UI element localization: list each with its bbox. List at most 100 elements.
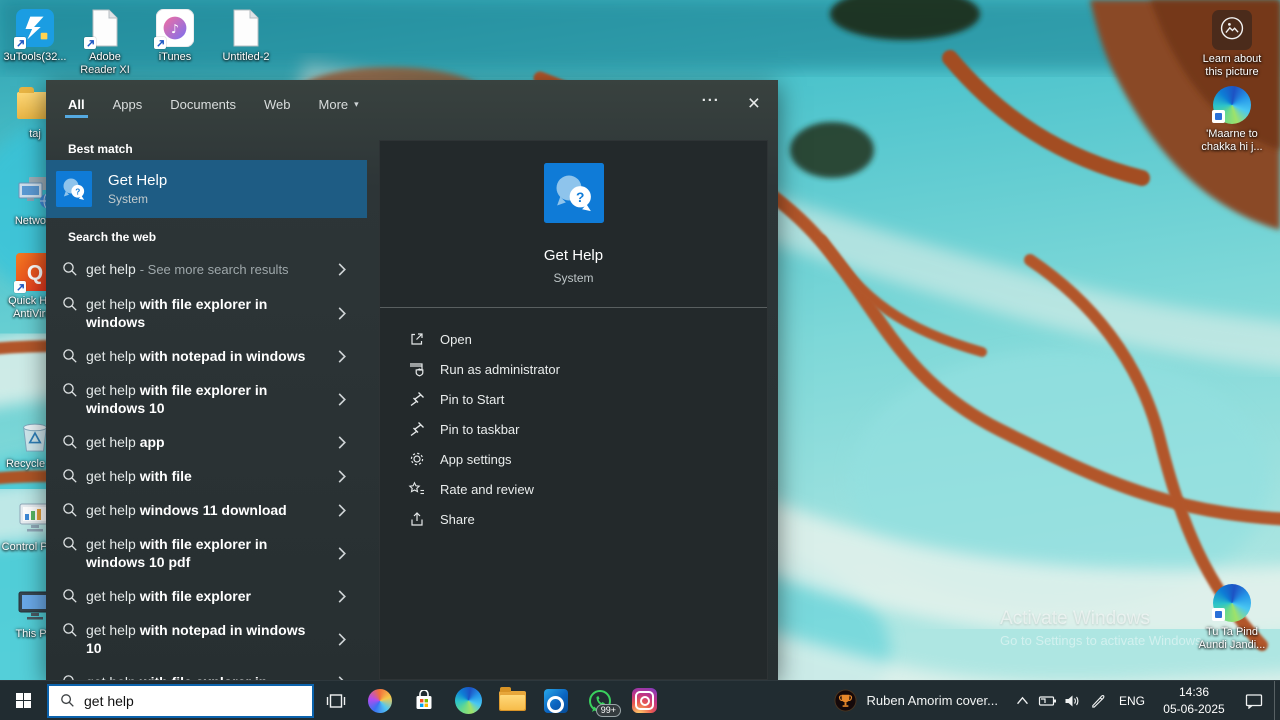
search-filter-tab[interactable]: All ▾ (65, 80, 88, 126)
web-suggestion-row[interactable]: get help app (46, 425, 367, 459)
action-rate-and-review[interactable]: Rate and review (380, 474, 767, 504)
web-suggestion-row[interactable]: get help with file explorer (46, 579, 367, 613)
action-run-as-administrator[interactable]: Run as administrator (380, 354, 767, 384)
action-pin-to-start[interactable]: Pin to Start (380, 384, 767, 414)
close-icon[interactable]: × (748, 93, 760, 114)
chevron-down-icon: ▾ (354, 98, 359, 109)
task-view-button[interactable] (314, 681, 358, 720)
itunes-icon: ♪ (154, 8, 195, 49)
best-match-app-name: Get Help (108, 172, 168, 189)
desktop-icon-label: Tu Ta Pind Aundi Jandi... (1198, 626, 1266, 652)
suggestion-typed-text: get help (86, 261, 136, 277)
web-suggestion-row[interactable]: get help with file explorer in (46, 665, 367, 680)
action-open[interactable]: Open (380, 324, 767, 354)
search-filter-tab[interactable]: More ▾ (319, 80, 359, 126)
svg-text:?: ? (576, 190, 584, 205)
search-input[interactable] (84, 692, 284, 709)
outlook-button[interactable] (534, 681, 578, 720)
svg-text:♪: ♪ (171, 22, 179, 36)
search-icon (63, 383, 77, 397)
web-suggestion-row[interactable]: get help with file explorer in windows 1… (46, 373, 367, 425)
document-icon (226, 8, 266, 48)
desktop-icon-label: taj (29, 128, 41, 140)
thumbnail-overlay-icon (1212, 608, 1225, 621)
search-icon (63, 469, 77, 483)
edge-shortcut-icon (1212, 85, 1252, 125)
chevron-right-icon (338, 349, 346, 363)
search-icon (63, 623, 77, 637)
media-playback-chip[interactable]: Ruben Amorim cover... (822, 689, 1010, 712)
microsoft-store-button[interactable] (402, 681, 446, 720)
action-app-settings[interactable]: App settings (380, 444, 767, 474)
search-web-header: Search the web (68, 230, 157, 244)
battery-icon (1038, 695, 1057, 706)
media-title: Ruben Amorim cover... (866, 693, 998, 708)
picture-info-icon (1212, 10, 1252, 50)
desktop-icon-adobe-reader[interactable]: Adobe Reader XI (70, 8, 140, 77)
language-indicator[interactable]: ENG (1110, 694, 1154, 708)
shortcut-arrow-icon (14, 281, 26, 293)
search-filter-tab[interactable]: Web ▾ (264, 80, 291, 126)
web-suggestion-row[interactable]: get help with file explorer in windows (46, 287, 367, 339)
suggestion-typed-text: get help (86, 296, 136, 312)
action-pin-to-taskbar[interactable]: Pin to taskbar (380, 414, 767, 444)
desktop-icon-learn-about-picture[interactable]: Learn about this picture (1194, 10, 1270, 79)
tab-label: All (68, 96, 85, 112)
instagram-icon (631, 688, 657, 713)
desktop-icon-label: Untitled-2 (222, 51, 270, 63)
file-explorer-button[interactable] (490, 681, 534, 720)
web-suggestion-row[interactable]: get help with notepad in windows (46, 339, 367, 373)
shortcut-arrow-icon (154, 37, 166, 49)
3utools-icon (14, 8, 55, 49)
web-suggestion-row[interactable]: get help windows 11 download (46, 493, 367, 527)
best-match-result[interactable]: ? Get Help System (46, 160, 367, 218)
speaker-icon (1065, 695, 1079, 706)
shortcut-arrow-icon (14, 37, 26, 49)
desktop-icon-tu-ta-pind[interactable]: Tu Ta Pind Aundi Jandi... (1194, 583, 1270, 652)
action-center-button[interactable] (1234, 681, 1274, 720)
app-preview-pane: ? Get Help System Open Run as administra… (379, 140, 768, 680)
tab-label: Documents (170, 96, 237, 112)
taskbar-search-box[interactable] (47, 683, 314, 718)
web-suggestion-row[interactable]: get help with notepad in windows 10 (46, 613, 367, 665)
search-filter-tab[interactable]: Apps ▾ (113, 80, 143, 126)
chevron-right-icon (338, 469, 346, 483)
action-share[interactable]: Share (380, 504, 767, 534)
chevron-right-icon (338, 306, 346, 320)
search-icon (63, 589, 77, 603)
svg-text:?: ? (75, 187, 80, 196)
more-options-icon[interactable]: ··· (702, 93, 720, 114)
pen-indicator[interactable] (1085, 681, 1110, 720)
volume-indicator[interactable] (1060, 681, 1085, 720)
search-icon (63, 503, 77, 517)
desktop-icon-untitled2[interactable]: Untitled-2 (211, 8, 281, 64)
start-button[interactable] (0, 681, 47, 720)
whatsapp-button[interactable]: 99+ (578, 681, 622, 720)
desktop-icon-maarne-to-chakka[interactable]: 'Maarne to chakka hi j... (1194, 85, 1270, 154)
chevron-right-icon (338, 589, 346, 603)
search-icon (63, 537, 77, 551)
desktop-icon-itunes[interactable]: ♪ iTunes (140, 8, 210, 64)
web-suggestion-row[interactable]: get help with file explorer in windows 1… (46, 527, 367, 579)
web-suggestion-row[interactable]: get help with file (46, 459, 367, 493)
copilot-button[interactable] (358, 681, 402, 720)
instagram-button[interactable] (622, 681, 666, 720)
desktop-icon-label: 3uTools(32... (3, 51, 67, 63)
tray-expand-button[interactable] (1010, 681, 1035, 720)
search-filter-tab[interactable]: Documents ▾ (170, 80, 236, 126)
edge-shortcut-icon (1212, 583, 1252, 623)
desktop-icon-label: Learn about this picture (1202, 53, 1262, 79)
suggestion-typed-text: get help (86, 382, 136, 398)
battery-indicator[interactable] (1035, 681, 1060, 720)
search-filter-bar: All ▾ Apps ▾ Documents ▾ Web (46, 80, 778, 126)
search-icon (61, 694, 74, 707)
search-icon (63, 349, 77, 363)
edge-button[interactable] (446, 681, 490, 720)
web-suggestion-row[interactable]: get help - See more search results (46, 252, 367, 287)
clock[interactable]: 14:36 05-06-2025 (1154, 684, 1234, 716)
desktop-icon-3utools[interactable]: 3uTools(32... (0, 8, 70, 64)
preview-app-type: System (553, 271, 594, 285)
show-desktop-button[interactable] (1274, 680, 1280, 720)
suggestion-completion-text: with notepad in windows (139, 348, 306, 364)
edge-icon (454, 687, 482, 714)
